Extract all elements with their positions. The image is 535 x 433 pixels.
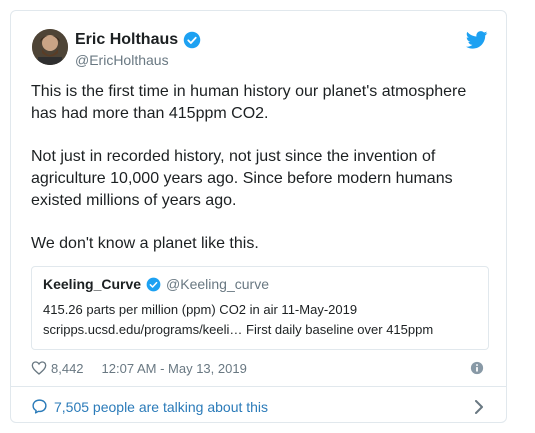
twitter-bird-icon[interactable] bbox=[466, 31, 488, 49]
chevron-right-icon[interactable] bbox=[474, 400, 484, 414]
timestamp[interactable]: 12:07 AM - May 13, 2019 bbox=[102, 361, 247, 376]
quoted-author-handle: @Keeling_curve bbox=[166, 276, 269, 292]
verified-badge-icon bbox=[183, 31, 201, 49]
reply-bubble-icon bbox=[32, 399, 47, 414]
quoted-text-line-2: scripps.ucsd.edu/programs/keeli… First d… bbox=[43, 322, 434, 337]
conversation-count[interactable]: 7,505 people are talking about this bbox=[54, 399, 268, 415]
like-count[interactable]: 8,442 bbox=[51, 361, 84, 376]
tweet-card: Eric Holthaus @EricHolthaus This is the … bbox=[10, 10, 507, 423]
tweet-paragraph-2: Not just in recorded history, not just s… bbox=[31, 148, 453, 209]
avatar-image bbox=[32, 29, 68, 65]
quoted-tweet-header: Keeling_Curve @Keeling_curve bbox=[43, 276, 269, 292]
conversation-link[interactable]: 7,505 people are talking about this bbox=[31, 398, 268, 415]
tweet-paragraph-1: This is the first time in human history … bbox=[31, 83, 467, 122]
author-name[interactable]: Eric Holthaus bbox=[75, 31, 178, 49]
tweet-text: This is the first time in human history … bbox=[31, 81, 491, 276]
quoted-text-line-1: 415.26 parts per million (ppm) CO2 in ai… bbox=[43, 302, 358, 317]
heart-icon[interactable] bbox=[31, 360, 47, 376]
quoted-author-name: Keeling_Curve bbox=[43, 276, 142, 292]
avatar[interactable] bbox=[32, 29, 68, 65]
author-handle[interactable]: @EricHolthaus bbox=[75, 52, 169, 68]
quoted-tweet[interactable]: Keeling_Curve @Keeling_curve 415.26 part… bbox=[31, 266, 489, 350]
info-icon[interactable] bbox=[470, 361, 484, 375]
verified-badge-icon bbox=[146, 277, 161, 291]
tweet-meta: 8,442 12:07 AM - May 13, 2019 bbox=[31, 360, 247, 376]
divider bbox=[11, 386, 506, 387]
author-name-row[interactable]: Eric Holthaus bbox=[75, 31, 201, 49]
tweet-paragraph-3: We don't know a planet like this. bbox=[31, 235, 259, 252]
